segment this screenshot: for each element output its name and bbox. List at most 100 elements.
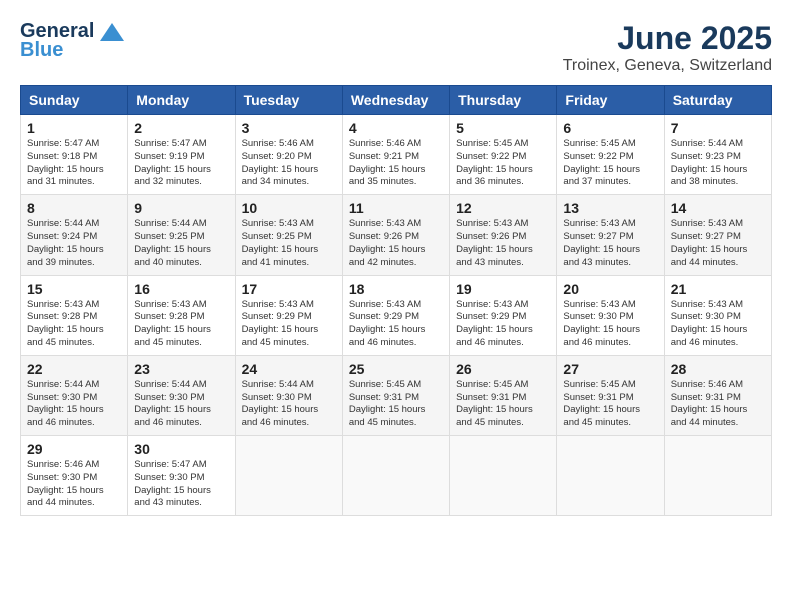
calendar-cell: 3 Sunrise: 5:46 AMSunset: 9:20 PMDayligh… bbox=[235, 115, 342, 195]
logo-icon bbox=[98, 21, 126, 43]
logo-blue: Blue bbox=[20, 39, 63, 62]
day-number: 16 bbox=[134, 281, 228, 297]
calendar-cell: 1 Sunrise: 5:47 AMSunset: 9:18 PMDayligh… bbox=[21, 115, 128, 195]
day-number: 9 bbox=[134, 200, 228, 216]
day-info: Sunrise: 5:47 AMSunset: 9:18 PMDaylight:… bbox=[27, 138, 121, 189]
calendar-cell: 17 Sunrise: 5:43 AMSunset: 9:29 PMDaylig… bbox=[235, 275, 342, 355]
calendar-cell bbox=[664, 436, 771, 516]
day-number: 12 bbox=[456, 200, 550, 216]
calendar-cell bbox=[450, 436, 557, 516]
day-info: Sunrise: 5:44 AMSunset: 9:30 PMDaylight:… bbox=[242, 379, 336, 430]
day-info: Sunrise: 5:43 AMSunset: 9:29 PMDaylight:… bbox=[456, 299, 550, 350]
calendar-cell bbox=[557, 436, 664, 516]
day-info: Sunrise: 5:43 AMSunset: 9:29 PMDaylight:… bbox=[242, 299, 336, 350]
day-info: Sunrise: 5:43 AMSunset: 9:27 PMDaylight:… bbox=[671, 218, 765, 269]
day-number: 17 bbox=[242, 281, 336, 297]
day-info: Sunrise: 5:43 AMSunset: 9:28 PMDaylight:… bbox=[134, 299, 228, 350]
day-number: 22 bbox=[27, 361, 121, 377]
day-info: Sunrise: 5:45 AMSunset: 9:31 PMDaylight:… bbox=[456, 379, 550, 430]
day-info: Sunrise: 5:47 AMSunset: 9:30 PMDaylight:… bbox=[134, 459, 228, 510]
day-number: 10 bbox=[242, 200, 336, 216]
calendar-cell: 12 Sunrise: 5:43 AMSunset: 9:26 PMDaylig… bbox=[450, 195, 557, 275]
day-info: Sunrise: 5:45 AMSunset: 9:31 PMDaylight:… bbox=[563, 379, 657, 430]
day-info: Sunrise: 5:43 AMSunset: 9:28 PMDaylight:… bbox=[27, 299, 121, 350]
calendar-cell: 29 Sunrise: 5:46 AMSunset: 9:30 PMDaylig… bbox=[21, 436, 128, 516]
calendar-cell: 19 Sunrise: 5:43 AMSunset: 9:29 PMDaylig… bbox=[450, 275, 557, 355]
calendar-cell: 23 Sunrise: 5:44 AMSunset: 9:30 PMDaylig… bbox=[128, 355, 235, 435]
calendar-cell: 24 Sunrise: 5:44 AMSunset: 9:30 PMDaylig… bbox=[235, 355, 342, 435]
day-number: 5 bbox=[456, 120, 550, 136]
calendar-cell: 26 Sunrise: 5:45 AMSunset: 9:31 PMDaylig… bbox=[450, 355, 557, 435]
day-number: 28 bbox=[671, 361, 765, 377]
calendar-cell: 6 Sunrise: 5:45 AMSunset: 9:22 PMDayligh… bbox=[557, 115, 664, 195]
calendar-cell: 27 Sunrise: 5:45 AMSunset: 9:31 PMDaylig… bbox=[557, 355, 664, 435]
day-info: Sunrise: 5:45 AMSunset: 9:22 PMDaylight:… bbox=[456, 138, 550, 189]
day-number: 30 bbox=[134, 441, 228, 457]
day-number: 8 bbox=[27, 200, 121, 216]
day-info: Sunrise: 5:43 AMSunset: 9:29 PMDaylight:… bbox=[349, 299, 443, 350]
weekday-header-tuesday: Tuesday bbox=[235, 86, 342, 115]
weekday-header-wednesday: Wednesday bbox=[342, 86, 449, 115]
calendar-cell: 14 Sunrise: 5:43 AMSunset: 9:27 PMDaylig… bbox=[664, 195, 771, 275]
day-info: Sunrise: 5:44 AMSunset: 9:25 PMDaylight:… bbox=[134, 218, 228, 269]
calendar-cell: 25 Sunrise: 5:45 AMSunset: 9:31 PMDaylig… bbox=[342, 355, 449, 435]
calendar-cell: 21 Sunrise: 5:43 AMSunset: 9:30 PMDaylig… bbox=[664, 275, 771, 355]
day-number: 27 bbox=[563, 361, 657, 377]
day-info: Sunrise: 5:45 AMSunset: 9:31 PMDaylight:… bbox=[349, 379, 443, 430]
day-number: 26 bbox=[456, 361, 550, 377]
weekday-header-thursday: Thursday bbox=[450, 86, 557, 115]
calendar-cell: 8 Sunrise: 5:44 AMSunset: 9:24 PMDayligh… bbox=[21, 195, 128, 275]
day-number: 6 bbox=[563, 120, 657, 136]
day-info: Sunrise: 5:43 AMSunset: 9:30 PMDaylight:… bbox=[671, 299, 765, 350]
calendar-cell: 10 Sunrise: 5:43 AMSunset: 9:25 PMDaylig… bbox=[235, 195, 342, 275]
logo: General Blue bbox=[20, 20, 126, 62]
day-info: Sunrise: 5:43 AMSunset: 9:26 PMDaylight:… bbox=[349, 218, 443, 269]
day-info: Sunrise: 5:44 AMSunset: 9:30 PMDaylight:… bbox=[27, 379, 121, 430]
day-number: 15 bbox=[27, 281, 121, 297]
calendar-cell: 28 Sunrise: 5:46 AMSunset: 9:31 PMDaylig… bbox=[664, 355, 771, 435]
day-number: 19 bbox=[456, 281, 550, 297]
header: General Blue June 2025 Troinex, Geneva, … bbox=[20, 20, 772, 75]
calendar-cell: 2 Sunrise: 5:47 AMSunset: 9:19 PMDayligh… bbox=[128, 115, 235, 195]
day-number: 3 bbox=[242, 120, 336, 136]
day-number: 24 bbox=[242, 361, 336, 377]
calendar-week-5: 29 Sunrise: 5:46 AMSunset: 9:30 PMDaylig… bbox=[21, 436, 772, 516]
day-number: 18 bbox=[349, 281, 443, 297]
day-info: Sunrise: 5:45 AMSunset: 9:22 PMDaylight:… bbox=[563, 138, 657, 189]
calendar-cell: 9 Sunrise: 5:44 AMSunset: 9:25 PMDayligh… bbox=[128, 195, 235, 275]
day-info: Sunrise: 5:46 AMSunset: 9:20 PMDaylight:… bbox=[242, 138, 336, 189]
day-number: 14 bbox=[671, 200, 765, 216]
calendar-cell bbox=[235, 436, 342, 516]
calendar: SundayMondayTuesdayWednesdayThursdayFrid… bbox=[20, 85, 772, 516]
day-info: Sunrise: 5:43 AMSunset: 9:26 PMDaylight:… bbox=[456, 218, 550, 269]
day-info: Sunrise: 5:44 AMSunset: 9:30 PMDaylight:… bbox=[134, 379, 228, 430]
day-info: Sunrise: 5:47 AMSunset: 9:19 PMDaylight:… bbox=[134, 138, 228, 189]
calendar-cell: 16 Sunrise: 5:43 AMSunset: 9:28 PMDaylig… bbox=[128, 275, 235, 355]
day-number: 7 bbox=[671, 120, 765, 136]
weekday-header-row: SundayMondayTuesdayWednesdayThursdayFrid… bbox=[21, 86, 772, 115]
calendar-cell: 30 Sunrise: 5:47 AMSunset: 9:30 PMDaylig… bbox=[128, 436, 235, 516]
day-number: 1 bbox=[27, 120, 121, 136]
calendar-cell: 22 Sunrise: 5:44 AMSunset: 9:30 PMDaylig… bbox=[21, 355, 128, 435]
day-number: 13 bbox=[563, 200, 657, 216]
weekday-header-sunday: Sunday bbox=[21, 86, 128, 115]
calendar-cell: 11 Sunrise: 5:43 AMSunset: 9:26 PMDaylig… bbox=[342, 195, 449, 275]
day-number: 20 bbox=[563, 281, 657, 297]
weekday-header-monday: Monday bbox=[128, 86, 235, 115]
calendar-cell bbox=[342, 436, 449, 516]
calendar-week-2: 8 Sunrise: 5:44 AMSunset: 9:24 PMDayligh… bbox=[21, 195, 772, 275]
weekday-header-friday: Friday bbox=[557, 86, 664, 115]
calendar-cell: 20 Sunrise: 5:43 AMSunset: 9:30 PMDaylig… bbox=[557, 275, 664, 355]
day-number: 23 bbox=[134, 361, 228, 377]
calendar-cell: 4 Sunrise: 5:46 AMSunset: 9:21 PMDayligh… bbox=[342, 115, 449, 195]
calendar-week-3: 15 Sunrise: 5:43 AMSunset: 9:28 PMDaylig… bbox=[21, 275, 772, 355]
day-info: Sunrise: 5:43 AMSunset: 9:27 PMDaylight:… bbox=[563, 218, 657, 269]
calendar-week-1: 1 Sunrise: 5:47 AMSunset: 9:18 PMDayligh… bbox=[21, 115, 772, 195]
day-number: 4 bbox=[349, 120, 443, 136]
day-info: Sunrise: 5:44 AMSunset: 9:24 PMDaylight:… bbox=[27, 218, 121, 269]
day-info: Sunrise: 5:43 AMSunset: 9:25 PMDaylight:… bbox=[242, 218, 336, 269]
calendar-cell: 15 Sunrise: 5:43 AMSunset: 9:28 PMDaylig… bbox=[21, 275, 128, 355]
calendar-cell: 18 Sunrise: 5:43 AMSunset: 9:29 PMDaylig… bbox=[342, 275, 449, 355]
day-info: Sunrise: 5:46 AMSunset: 9:31 PMDaylight:… bbox=[671, 379, 765, 430]
day-info: Sunrise: 5:44 AMSunset: 9:23 PMDaylight:… bbox=[671, 138, 765, 189]
